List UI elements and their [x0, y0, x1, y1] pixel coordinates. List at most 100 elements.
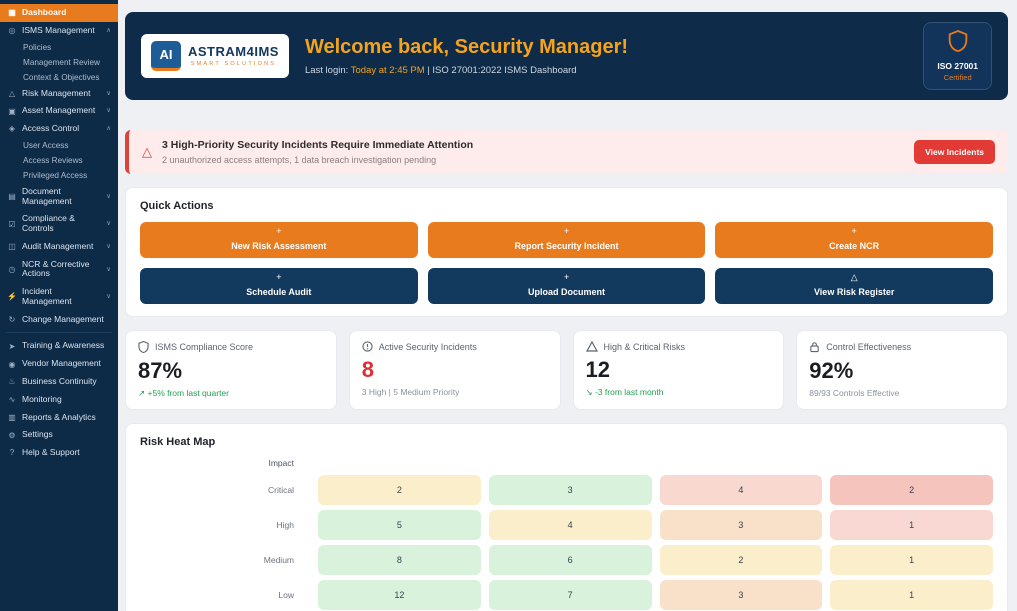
heatmap-cell[interactable]: 12	[318, 580, 481, 610]
stat-label: ISMS Compliance Score	[155, 342, 253, 352]
sidebar-item-document-management[interactable]: ▤ Document Management ∨	[0, 183, 118, 211]
sidebar-item-privileged-access[interactable]: Privileged Access	[0, 168, 118, 183]
sidebar-item-risk-management[interactable]: △ Risk Management ∨	[0, 85, 118, 103]
dashboard-icon: ▦	[7, 8, 17, 17]
sidebar-item-label: Asset Management	[22, 106, 95, 116]
lock-icon: ◈	[7, 124, 17, 133]
heatmap-cell[interactable]: 2	[318, 475, 481, 505]
heatmap-row-label-low: Low	[140, 590, 310, 600]
kpi-cards-row: ISMS Compliance Score 87% ↗ +5% from las…	[125, 330, 1008, 410]
stat-trend: ↗ +5% from last quarter	[138, 388, 324, 399]
trend-down-icon: ↘	[586, 387, 593, 397]
warning-triangle-icon: △	[7, 89, 17, 98]
heatmap-cell[interactable]: 3	[660, 580, 823, 610]
sidebar-item-reports-analytics[interactable]: ▥ Reports & Analytics	[0, 409, 118, 427]
last-login-label: Last login:	[305, 65, 348, 76]
heatmap-cell[interactable]: 6	[489, 545, 652, 575]
sidebar-item-compliance-controls[interactable]: ☑ Compliance & Controls ∨	[0, 210, 118, 238]
heatmap-row-label-critical: Critical	[140, 485, 310, 495]
chevron-up-icon: ∧	[106, 27, 111, 34]
sidebar-item-access-control[interactable]: ◈ Access Control ∧	[0, 120, 118, 138]
button-label: View Risk Register	[814, 287, 894, 297]
heatmap-cell[interactable]: 1	[830, 545, 993, 575]
heatmap-cell[interactable]: 2	[830, 475, 993, 505]
stat-trend: ↘ -3 from last month	[586, 387, 772, 398]
chevron-down-icon: ∨	[106, 220, 111, 227]
sidebar-item-policies[interactable]: Policies	[0, 40, 118, 55]
last-login-text: Last login: Today at 2:45 PM | ISO 27001…	[305, 65, 628, 76]
chevron-down-icon: ∨	[106, 243, 111, 250]
lock-icon	[809, 341, 820, 353]
stat-sub-text: +5% from last quarter	[148, 388, 230, 398]
heatmap-cell[interactable]: 7	[489, 580, 652, 610]
button-label: New Risk Assessment	[231, 241, 326, 251]
sidebar-item-label: ISMS Management	[22, 26, 95, 36]
sidebar-item-asset-management[interactable]: ▣ Asset Management ∨	[0, 102, 118, 120]
button-label: Report Security Incident	[514, 241, 618, 251]
heatmap-cell[interactable]: 5	[318, 510, 481, 540]
sidebar: ▦ Dashboard ◎ ISMS Management ∧ Policies…	[0, 0, 118, 611]
sidebar-item-management-review[interactable]: Management Review	[0, 55, 118, 70]
sidebar-item-label: Dashboard	[22, 8, 66, 18]
incident-alert-banner: △ 3 High-Priority Security Incidents Req…	[125, 130, 1008, 174]
sidebar-item-label: Change Management	[22, 315, 104, 325]
sidebar-item-monitoring[interactable]: ∿ Monitoring	[0, 391, 118, 409]
sidebar-item-change-management[interactable]: ↻ Change Management	[0, 311, 118, 329]
sidebar-item-access-reviews[interactable]: Access Reviews	[0, 153, 118, 168]
shield-icon	[948, 30, 968, 52]
heatmap-cell[interactable]: 3	[489, 475, 652, 505]
create-ncr-button[interactable]: + Create NCR	[715, 222, 993, 258]
sidebar-item-ncr-corrective-actions[interactable]: ◷ NCR & Corrective Actions ∨	[0, 256, 118, 284]
chevron-down-icon: ∨	[106, 107, 111, 114]
control-effectiveness-card: Control Effectiveness 92% 89/93 Controls…	[796, 330, 1008, 410]
sidebar-item-help-support[interactable]: ? Help & Support	[0, 444, 118, 462]
heatmap-cell[interactable]: 2	[660, 545, 823, 575]
heatmap-cell[interactable]: 3	[660, 510, 823, 540]
send-icon: ➤	[7, 342, 17, 351]
logo-tagline: SMART SOLUTIONS	[188, 61, 279, 67]
warning-triangle-icon: △	[142, 144, 152, 160]
alert-icon: ⚡	[7, 292, 17, 301]
report-security-incident-button[interactable]: + Report Security Incident	[428, 222, 706, 258]
heatmap-axis-label: Impact	[140, 458, 310, 470]
alert-title: 3 High-Priority Security Incidents Requi…	[162, 139, 473, 151]
new-risk-assessment-button[interactable]: + New Risk Assessment	[140, 222, 418, 258]
stat-sub-text: 89/93 Controls Effective	[809, 388, 995, 398]
sidebar-item-vendor-management[interactable]: ◉ Vendor Management	[0, 355, 118, 373]
shield-icon	[138, 341, 149, 353]
sidebar-item-business-continuity[interactable]: ♨ Business Continuity	[0, 373, 118, 391]
bar-chart-icon: ▥	[7, 413, 17, 422]
sidebar-item-label: Document Management	[22, 187, 101, 207]
heatmap-title: Risk Heat Map	[140, 436, 993, 448]
sidebar-item-dashboard[interactable]: ▦ Dashboard	[0, 4, 118, 22]
stat-value: 92%	[809, 358, 995, 384]
sidebar-item-label: Access Control	[22, 124, 79, 134]
heatmap-cell[interactable]: 4	[660, 475, 823, 505]
heatmap-cell[interactable]: 1	[830, 580, 993, 610]
view-incidents-button[interactable]: View Incidents	[914, 140, 995, 164]
high-critical-risks-card: High & Critical Risks 12 ↘ -3 from last …	[573, 330, 785, 410]
quick-actions-title: Quick Actions	[140, 200, 993, 212]
heatmap-cell[interactable]: 8	[318, 545, 481, 575]
target-icon: ◎	[7, 26, 17, 35]
sidebar-item-isms-management[interactable]: ◎ ISMS Management ∧	[0, 22, 118, 40]
logo-text: ASTRAM4IMS	[188, 45, 279, 58]
upload-document-button[interactable]: + Upload Document	[428, 268, 706, 304]
heatmap-cell[interactable]: 4	[489, 510, 652, 540]
sidebar-item-context-objectives[interactable]: Context & Objectives	[0, 70, 118, 85]
button-label: Schedule Audit	[246, 287, 311, 297]
view-risk-register-button[interactable]: △ View Risk Register	[715, 268, 993, 304]
iso-certified-badge: ISO 27001 Certified	[923, 22, 992, 90]
sidebar-item-label: Training & Awareness	[22, 341, 104, 351]
sidebar-item-settings[interactable]: ⚙ Settings	[0, 426, 118, 444]
sidebar-item-training-awareness[interactable]: ➤ Training & Awareness	[0, 337, 118, 355]
sidebar-item-audit-management[interactable]: ◫ Audit Management ∨	[0, 238, 118, 256]
schedule-audit-button[interactable]: + Schedule Audit	[140, 268, 418, 304]
stat-value: 8	[362, 357, 548, 383]
sidebar-divider	[6, 332, 112, 333]
sidebar-item-user-access[interactable]: User Access	[0, 138, 118, 153]
sidebar-item-label: Settings	[22, 430, 53, 440]
heatmap-cell[interactable]: 1	[830, 510, 993, 540]
alert-subtitle: 2 unauthorized access attempts, 1 data b…	[162, 155, 473, 165]
sidebar-item-incident-management[interactable]: ⚡ Incident Management ∨	[0, 283, 118, 311]
